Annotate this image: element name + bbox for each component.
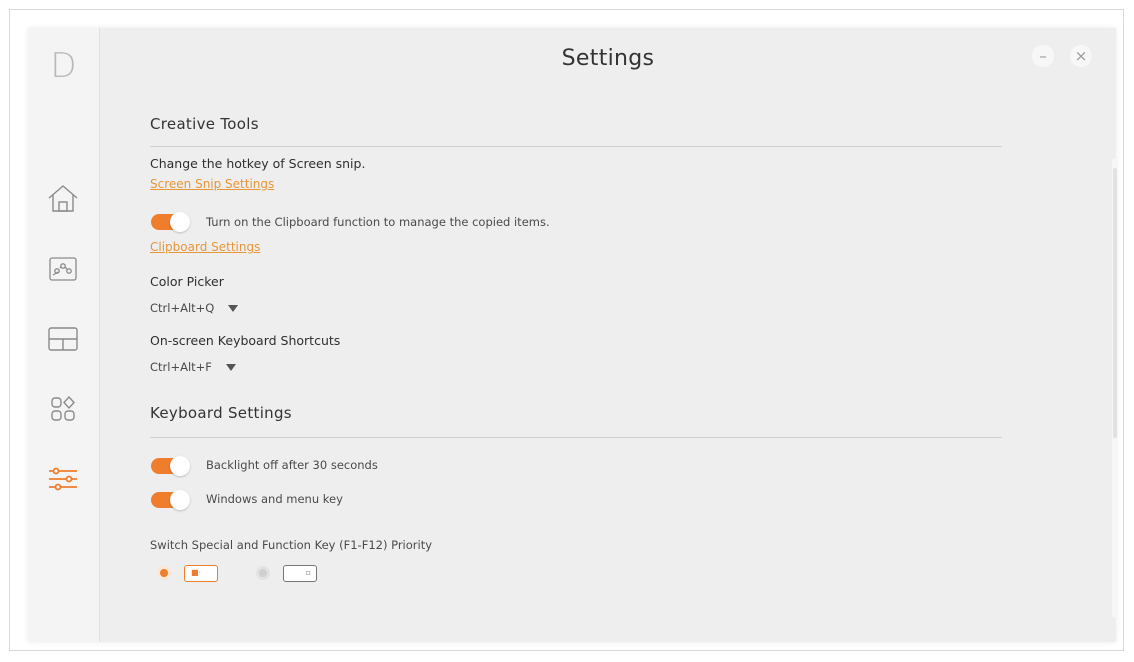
- creative-tools-heading: Creative Tools: [150, 115, 259, 133]
- clipboard-toggle[interactable]: [151, 212, 190, 232]
- section-divider: [150, 146, 1002, 147]
- screen-snip-description: Change the hotkey of Screen snip.: [150, 156, 366, 171]
- layout-icon: [47, 325, 79, 353]
- scrollbar-thumb[interactable]: [1113, 168, 1117, 438]
- special-key-icon: ■·: [191, 568, 202, 577]
- screen-snip-settings-link[interactable]: Screen Snip Settings: [150, 177, 274, 191]
- app-logo: D: [50, 46, 77, 86]
- chevron-down-icon: [225, 363, 236, 371]
- page-title: Settings: [561, 46, 655, 71]
- backlight-toggle[interactable]: [151, 456, 190, 476]
- function-key-option[interactable]: ▫: [283, 565, 317, 582]
- color-picker-hotkey-dropdown[interactable]: Ctrl+Alt+Q: [150, 301, 239, 315]
- dropdown-value: Ctrl+Alt+Q: [150, 301, 215, 315]
- osk-shortcuts-label: On-screen Keyboard Shortcuts: [150, 333, 341, 348]
- toggle-knob: [170, 212, 190, 232]
- minimize-button[interactable]: –: [1032, 45, 1054, 67]
- sidebar-item-settings[interactable]: [42, 458, 84, 500]
- sidebar-item-layout[interactable]: [42, 318, 84, 360]
- sidebar-item-gallery[interactable]: [42, 248, 84, 290]
- clipboard-settings-link[interactable]: Clipboard Settings: [150, 240, 260, 254]
- sidebar: D: [28, 28, 100, 642]
- backlight-toggle-label: Backlight off after 30 seconds: [206, 458, 378, 472]
- windows-key-toggle-label: Windows and menu key: [206, 492, 343, 506]
- clipboard-toggle-label: Turn on the Clipboard function to manage…: [206, 215, 550, 229]
- sliders-icon: [46, 464, 80, 494]
- home-icon: [46, 183, 80, 215]
- toggle-knob: [170, 490, 190, 510]
- sidebar-item-home[interactable]: [42, 178, 84, 220]
- gallery-icon: [48, 255, 78, 283]
- toggle-knob: [170, 456, 190, 476]
- vertical-scrollbar[interactable]: [1112, 158, 1118, 618]
- color-picker-label: Color Picker: [150, 274, 224, 289]
- fn-priority-label: Switch Special and Function Key (F1-F12)…: [150, 538, 433, 552]
- minimize-icon: –: [1039, 47, 1047, 65]
- apps-icon: [48, 394, 78, 424]
- fn-priority-special-radio[interactable]: [157, 566, 171, 580]
- chevron-down-icon: [228, 304, 239, 312]
- close-button[interactable]: ×: [1070, 45, 1092, 67]
- settings-window: D Settings – × Creative Tools Change the…: [28, 28, 1118, 642]
- fn-priority-function-radio[interactable]: [256, 566, 270, 580]
- section-divider: [150, 437, 1002, 438]
- keyboard-settings-heading: Keyboard Settings: [150, 404, 292, 422]
- settings-panel: Settings – × Creative Tools Change the h…: [100, 28, 1118, 642]
- windows-key-toggle[interactable]: [151, 490, 190, 510]
- function-key-icon: ▫: [305, 568, 311, 577]
- dropdown-value: Ctrl+Alt+F: [150, 360, 212, 374]
- osk-hotkey-dropdown[interactable]: Ctrl+Alt+F: [150, 360, 236, 374]
- close-icon: ×: [1074, 47, 1088, 65]
- sidebar-item-apps[interactable]: [42, 388, 84, 430]
- special-key-option[interactable]: ■·: [184, 565, 218, 582]
